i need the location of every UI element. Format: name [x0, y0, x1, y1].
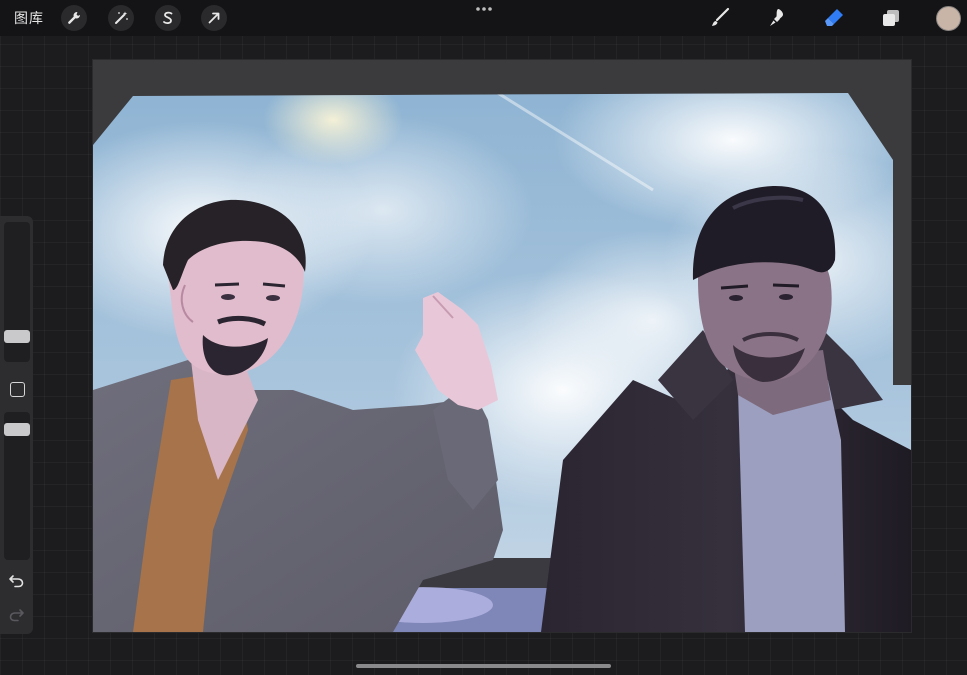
more-options-icon[interactable] — [474, 4, 494, 14]
color-picker-swatch[interactable] — [936, 6, 961, 31]
opacity-thumb[interactable] — [4, 423, 30, 436]
layers-icon[interactable] — [877, 4, 905, 32]
redo-icon[interactable] — [8, 606, 25, 623]
smudge-icon[interactable] — [763, 4, 791, 32]
brush-size-thumb[interactable] — [4, 330, 30, 343]
top-toolbar: 图库 — [0, 0, 967, 36]
canvas[interactable] — [93, 60, 911, 632]
actions-wrench-icon[interactable] — [61, 5, 87, 31]
brush-icon[interactable] — [706, 4, 734, 32]
undo-icon[interactable] — [8, 572, 25, 589]
transform-arrow-icon[interactable] — [201, 5, 227, 31]
adjustments-wand-icon[interactable] — [108, 5, 134, 31]
square-outline-icon[interactable] — [10, 382, 25, 397]
artwork-painting — [93, 93, 911, 632]
home-indicator — [356, 664, 611, 668]
left-sidebar — [0, 216, 33, 634]
gallery-button[interactable]: 图库 — [14, 8, 44, 28]
eraser-icon[interactable] — [820, 4, 848, 32]
selection-s-icon[interactable] — [155, 5, 181, 31]
